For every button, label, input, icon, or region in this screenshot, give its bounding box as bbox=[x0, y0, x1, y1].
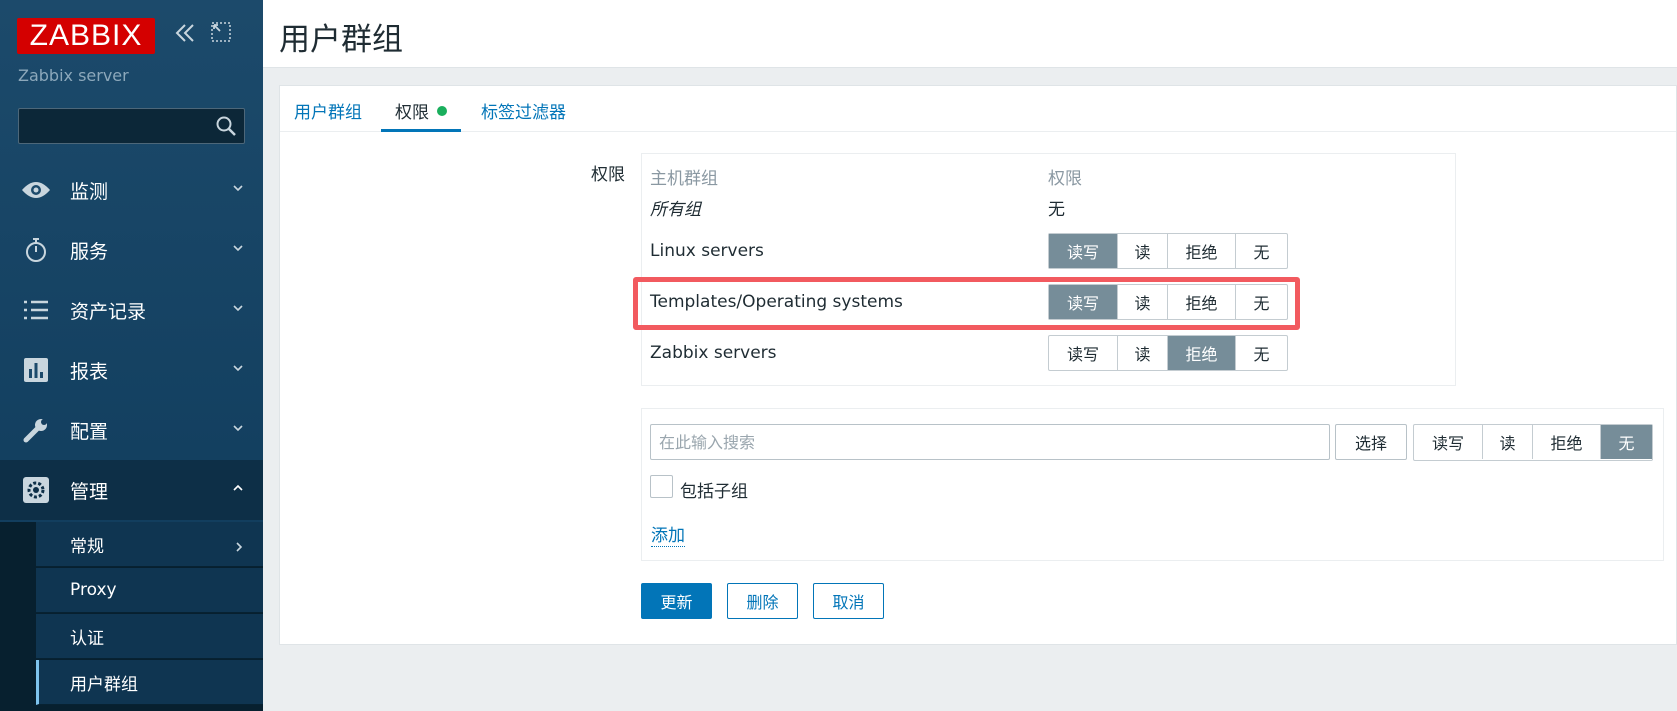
option-read[interactable]: 读 bbox=[1118, 336, 1168, 370]
menu-services[interactable]: 服务 bbox=[0, 220, 263, 280]
menu-label: 服务 bbox=[70, 240, 109, 263]
menu-label: 监测 bbox=[70, 180, 109, 203]
submenu-item-authentication[interactable]: 认证 bbox=[36, 614, 263, 659]
eye-icon bbox=[20, 174, 52, 206]
tab-bar: 用户群组 权限 标签过滤器 bbox=[280, 86, 1676, 132]
submenu-item-general[interactable]: 常规 bbox=[36, 522, 263, 567]
option-read-write[interactable]: 读写 bbox=[1414, 425, 1483, 459]
option-deny[interactable]: 拒绝 bbox=[1533, 425, 1601, 459]
zabbix-logo[interactable]: ZABBIX bbox=[17, 18, 155, 54]
permissions-label: 权限 bbox=[591, 165, 625, 185]
page-title: 用户群组 bbox=[279, 22, 403, 58]
menu-label: 报表 bbox=[70, 360, 109, 383]
server-name: Zabbix server bbox=[18, 66, 129, 85]
option-deny[interactable]: 拒绝 bbox=[1168, 336, 1236, 370]
stopwatch-icon bbox=[20, 234, 52, 266]
submenu-label: Proxy bbox=[70, 580, 117, 600]
tab-label: 权限 bbox=[395, 103, 429, 123]
menu-administration[interactable]: 管理 bbox=[0, 460, 263, 520]
delete-button[interactable]: 删除 bbox=[727, 583, 798, 619]
submenu-label: 常规 bbox=[70, 536, 104, 557]
menu-label: 管理 bbox=[70, 480, 109, 503]
option-read[interactable]: 读 bbox=[1118, 234, 1168, 268]
tab-label: 用户群组 bbox=[294, 103, 362, 123]
host-group-name: Linux servers bbox=[650, 241, 764, 261]
chevron-down-icon bbox=[231, 300, 245, 314]
all-groups-value: 无 bbox=[1048, 200, 1065, 220]
option-none[interactable]: 无 bbox=[1236, 336, 1287, 370]
tab-tag-filter[interactable]: 标签过滤器 bbox=[481, 98, 566, 132]
bar-chart-icon bbox=[20, 354, 52, 386]
menu-label: 资产记录 bbox=[70, 300, 147, 323]
permission-selector: 读写 读 拒绝 无 bbox=[1048, 233, 1288, 269]
chevron-up-icon bbox=[231, 480, 245, 494]
gear-icon bbox=[20, 474, 52, 506]
page-header: 用户群组 bbox=[263, 0, 1677, 68]
submenu-label: 用户群组 bbox=[70, 674, 138, 695]
main-menu: 监测 服务 资产记录 报表 配置 管理 bbox=[0, 160, 263, 520]
sidebar: ZABBIX Zabbix server 监测 服务 资产记录 报表 配置 管理… bbox=[0, 0, 263, 711]
tab-label: 标签过滤器 bbox=[481, 103, 566, 123]
menu-reports[interactable]: 报表 bbox=[0, 340, 263, 400]
option-none[interactable]: 无 bbox=[1601, 425, 1652, 459]
submenu-item-user-groups[interactable]: 用户群组 bbox=[36, 660, 263, 705]
option-read[interactable]: 读 bbox=[1483, 425, 1533, 459]
submenu-item-proxy[interactable]: Proxy bbox=[36, 568, 263, 613]
permission-selector: 读写 读 拒绝 无 bbox=[1048, 335, 1288, 371]
chevron-down-icon bbox=[231, 240, 245, 254]
host-group-name: Zabbix servers bbox=[650, 343, 777, 363]
tab-user-group[interactable]: 用户群组 bbox=[294, 98, 362, 132]
menu-monitoring[interactable]: 监测 bbox=[0, 160, 263, 220]
add-link[interactable]: 添加 bbox=[651, 521, 685, 547]
search-icon[interactable] bbox=[214, 114, 238, 138]
column-header-permission: 权限 bbox=[1048, 169, 1082, 189]
wrench-icon bbox=[20, 414, 52, 446]
collapse-sidebar-icon[interactable] bbox=[172, 20, 198, 53]
option-read-write[interactable]: 读写 bbox=[1049, 336, 1118, 370]
cancel-button[interactable]: 取消 bbox=[813, 583, 884, 619]
include-subgroups-checkbox[interactable] bbox=[650, 475, 673, 498]
menu-inventory[interactable]: 资产记录 bbox=[0, 280, 263, 340]
sidebar-search-input[interactable] bbox=[18, 108, 245, 144]
tab-permissions[interactable]: 权限 bbox=[381, 98, 461, 132]
chevron-right-icon bbox=[233, 538, 245, 552]
include-subgroups-label: 包括子组 bbox=[680, 482, 748, 502]
kiosk-mode-icon[interactable] bbox=[210, 20, 232, 50]
menu-configuration[interactable]: 配置 bbox=[0, 400, 263, 460]
chevron-down-icon bbox=[231, 360, 245, 374]
chevron-down-icon bbox=[231, 420, 245, 434]
host-group-search-input[interactable] bbox=[650, 424, 1330, 460]
all-groups-label: 所有组 bbox=[650, 200, 701, 220]
update-button[interactable]: 更新 bbox=[641, 583, 712, 619]
status-dot bbox=[437, 106, 447, 116]
option-deny[interactable]: 拒绝 bbox=[1168, 234, 1236, 268]
chevron-down-icon bbox=[231, 180, 245, 194]
permission-selector: 读写 读 拒绝 无 bbox=[1413, 424, 1653, 461]
submenu-label: 认证 bbox=[70, 628, 104, 649]
select-button[interactable]: 选择 bbox=[1335, 424, 1407, 460]
option-read-write[interactable]: 读写 bbox=[1049, 234, 1118, 268]
column-header-host-group: 主机群组 bbox=[650, 169, 718, 189]
option-none[interactable]: 无 bbox=[1236, 234, 1287, 268]
menu-label: 配置 bbox=[70, 420, 109, 443]
highlight-annotation bbox=[633, 277, 1300, 330]
administration-submenu: 常规 Proxy 认证 用户群组 bbox=[0, 522, 263, 711]
list-icon bbox=[20, 294, 52, 326]
